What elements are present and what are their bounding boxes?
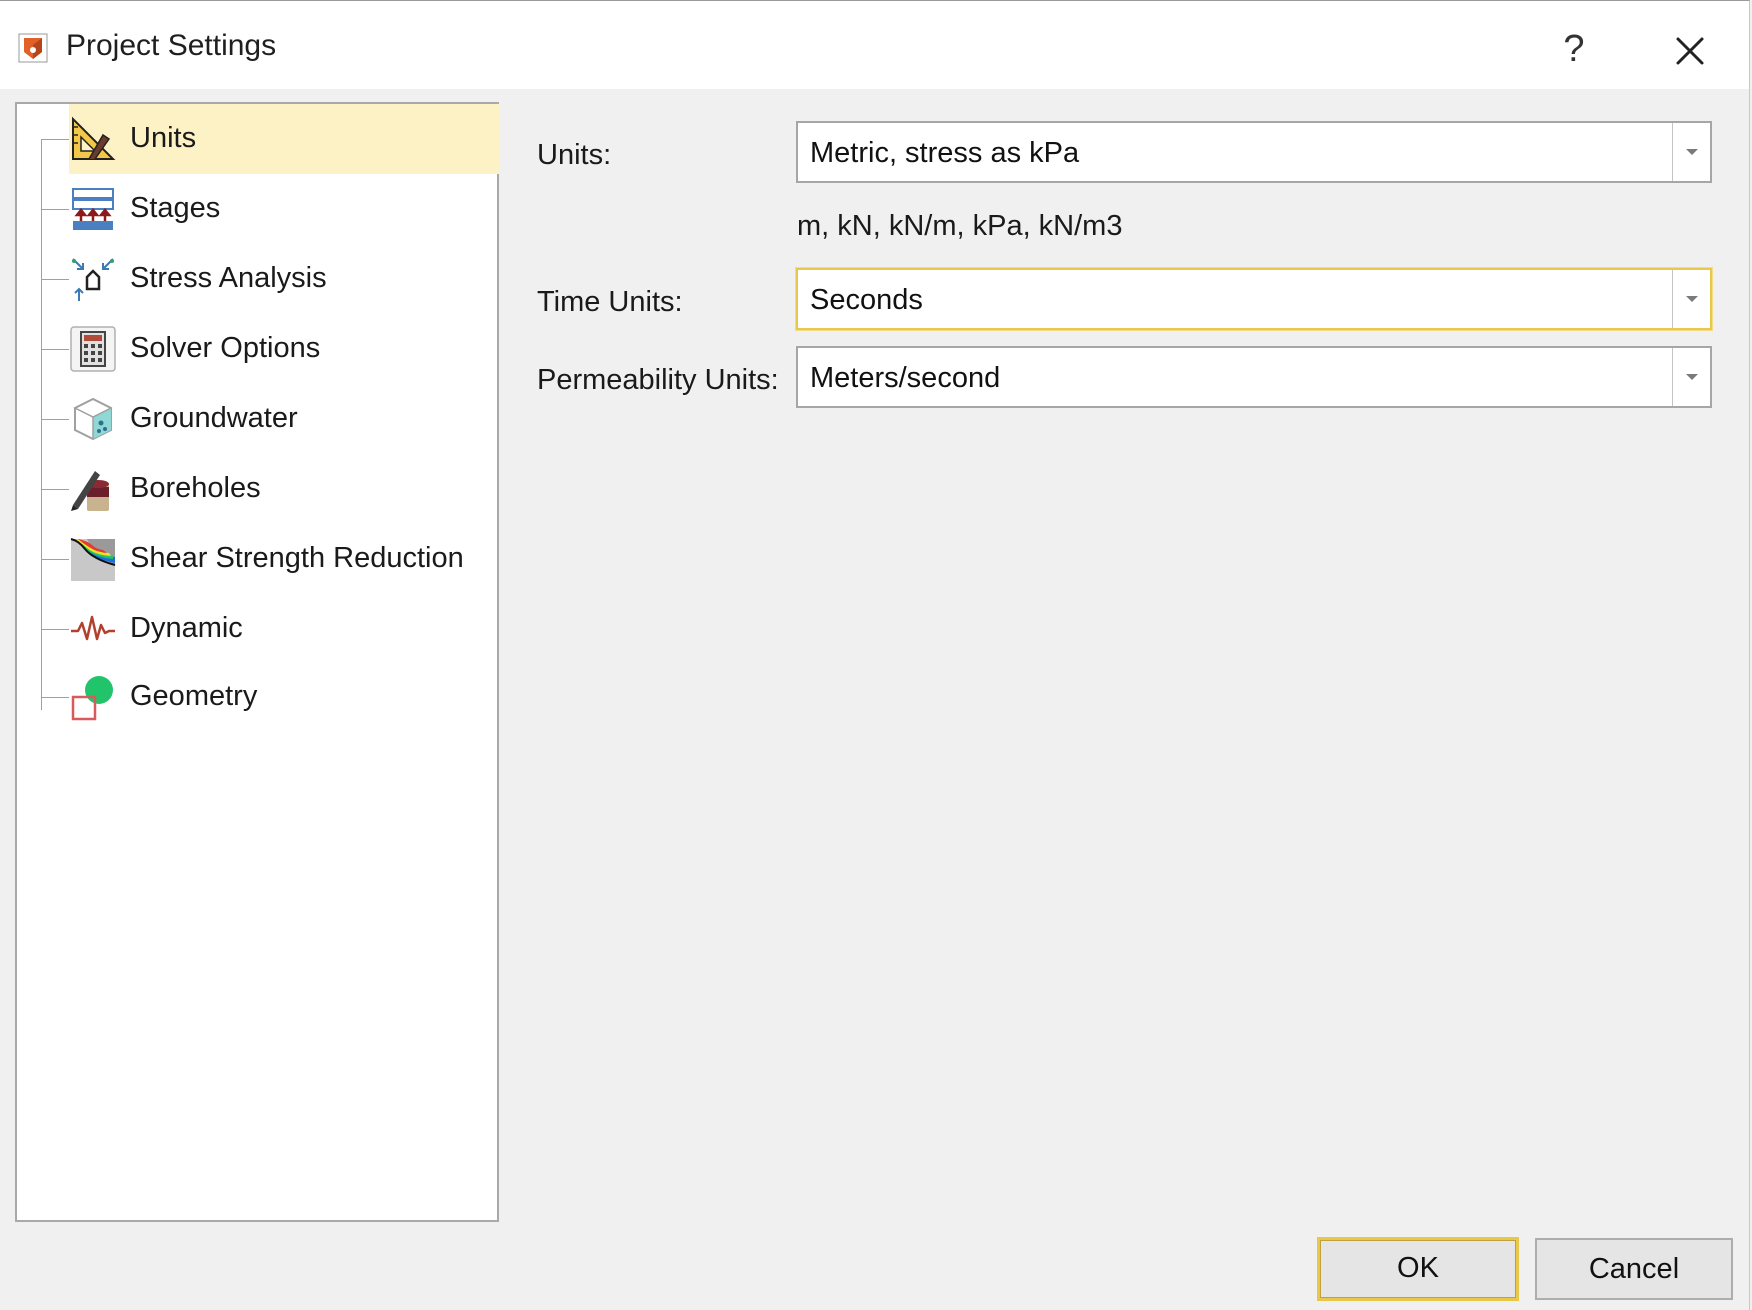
tree-item-label: Stress Analysis <box>130 262 327 294</box>
tree-item-label: Boreholes <box>130 472 261 504</box>
permeability-units-label: Permeability Units: <box>537 364 779 396</box>
tree-item-shear-strength-reduction[interactable]: Shear Strength Reduction <box>17 524 497 594</box>
tree-item-stages[interactable]: Stages <box>17 174 497 244</box>
units-description: m, kN, kN/m, kPa, kN/m3 <box>797 210 1123 242</box>
chevron-down-icon[interactable] <box>1672 270 1710 328</box>
tree-item-label: Units <box>130 122 197 154</box>
units-combobox[interactable]: Metric, stress as kPa <box>796 121 1712 183</box>
tree-item-geometry[interactable]: Geometry <box>17 662 497 732</box>
chevron-down-icon[interactable] <box>1672 123 1710 181</box>
tree-item-label: Solver Options <box>130 332 321 364</box>
close-button[interactable] <box>1662 23 1718 79</box>
tree-item-stress-analysis[interactable]: Stress Analysis <box>17 244 497 314</box>
tree-item-units[interactable]: Units <box>17 104 499 174</box>
project-settings-dialog: Project Settings ? Units Stages Stress A… <box>0 0 1750 1310</box>
units-value: Metric, stress as kPa <box>810 137 1080 169</box>
permeability-units-combobox[interactable]: Meters/second <box>796 346 1712 408</box>
set-square-ruler-icon <box>72 116 116 160</box>
tree-item-label: Groundwater <box>130 402 298 434</box>
ok-button[interactable]: OK <box>1317 1237 1519 1301</box>
settings-tree: Units Stages Stress Analysis Solver Opti… <box>15 102 499 1222</box>
app-icon <box>18 33 48 63</box>
tree-item-dynamic[interactable]: Dynamic <box>17 594 497 664</box>
cancel-button[interactable]: Cancel <box>1535 1238 1733 1300</box>
shear-strength-reduction-icon <box>70 538 116 581</box>
close-icon <box>1676 37 1704 65</box>
borehole-icon <box>71 471 109 511</box>
title-bar: Project Settings ? <box>0 1 1749 89</box>
time-units-combobox[interactable]: Seconds <box>796 268 1712 330</box>
dynamic-wave-icon <box>71 615 115 641</box>
tree-item-label: Dynamic <box>130 612 243 644</box>
stages-icon <box>72 188 114 230</box>
stress-analysis-icon <box>72 258 114 301</box>
window-title: Project Settings <box>66 29 277 62</box>
help-icon: ? <box>1563 28 1585 70</box>
units-label: Units: <box>537 139 612 171</box>
permeability-units-value: Meters/second <box>810 362 1001 394</box>
geometry-icon <box>71 676 113 721</box>
tree-item-groundwater[interactable]: Groundwater <box>17 384 497 454</box>
help-button[interactable]: ? <box>1548 23 1600 75</box>
tree-item-boreholes[interactable]: Boreholes <box>17 454 497 524</box>
calculator-icon <box>70 326 116 372</box>
tree-item-label: Shear Strength Reduction <box>130 542 464 574</box>
tree-item-solver-options[interactable]: Solver Options <box>17 314 497 384</box>
time-units-value: Seconds <box>810 284 923 316</box>
tree-item-label: Geometry <box>130 680 258 712</box>
chevron-down-icon[interactable] <box>1672 348 1710 406</box>
time-units-label: Time Units: <box>537 286 683 318</box>
groundwater-cube-icon <box>73 397 113 441</box>
tree-item-label: Stages <box>130 192 221 224</box>
